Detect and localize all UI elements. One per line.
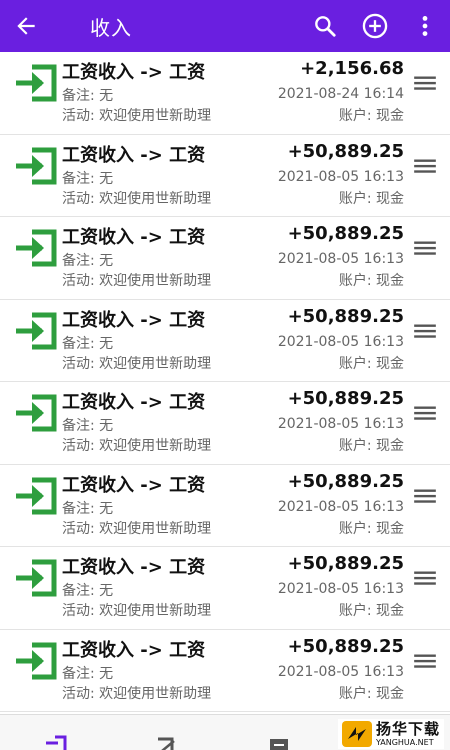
- login-arrow-icon: [16, 229, 57, 267]
- entry-amount: +50,889.25: [287, 140, 404, 162]
- entry-activity: 活动: 欢迎使用世新助理: [62, 603, 212, 619]
- list-item[interactable]: 工资收入 -> 工资 备注: 无 活动: 欢迎使用世新助理 +50,889.25…: [0, 217, 450, 300]
- entry-account: 账户: 现金: [338, 190, 404, 207]
- login-arrow-icon: [16, 312, 57, 349]
- watermark-logo-icon: [341, 721, 372, 747]
- app-bar: 收入: [0, 0, 450, 52]
- entry-account: 账户: 现金: [338, 438, 404, 454]
- search-icon: [315, 16, 336, 37]
- drag-handle-icon[interactable]: [412, 70, 438, 96]
- add-circle-icon: [362, 13, 388, 39]
- entry-title: 工资收入 -> 工资: [62, 144, 206, 166]
- drag-handle-icon[interactable]: [412, 318, 438, 344]
- login-arrow-icon: [16, 477, 57, 514]
- edit-nav-icon: [158, 737, 175, 750]
- entry-amount: +50,889.25: [287, 223, 404, 244]
- list-item[interactable]: 工资收入 -> 工资 备注: 无 活动: 欢迎使用世新助理 +2,156.68 …: [0, 52, 450, 135]
- drag-handle-icon[interactable]: [412, 153, 438, 179]
- login-arrow-icon: [16, 147, 57, 184]
- list-item[interactable]: 工资收入 -> 工资 备注: 无 活动: 欢迎使用世新助理 +50,889.25…: [0, 300, 450, 382]
- list-item[interactable]: 工资收入 -> 工资 备注: 无 活动: 欢迎使用世新助理 +50,889.25…: [0, 382, 450, 465]
- login-arrow-icon: [16, 64, 57, 102]
- entry-activity: 活动: 欢迎使用世新助理: [62, 190, 212, 207]
- list-item[interactable]: 工资收入 -> 工资 备注: 无 活动: 欢迎使用世新助理 +50,889.25…: [0, 135, 450, 217]
- login-arrow-icon: [16, 559, 57, 597]
- entry-time: 2021-08-05 16:13: [277, 333, 404, 350]
- entry-account: 账户: 现金: [338, 685, 404, 702]
- watermark: 扬华下载 YANGHUA.NET: [337, 719, 444, 749]
- search-button[interactable]: [300, 0, 350, 52]
- entry-amount: +50,889.25: [287, 470, 404, 492]
- drag-handle-icon[interactable]: [412, 648, 438, 674]
- entry-activity: 活动: 欢迎使用世新助理: [62, 438, 212, 454]
- transfer-nav-icon: [270, 739, 288, 750]
- entry-title: 工资收入 -> 工资: [62, 557, 206, 578]
- entry-time: 2021-08-05 16:13: [277, 498, 404, 515]
- entry-activity: 活动: 欢迎使用世新助理: [62, 273, 212, 289]
- entry-account: 账户: 现金: [338, 520, 404, 537]
- entry-amount: +50,889.25: [287, 635, 404, 657]
- entry-note: 备注: 无: [62, 500, 114, 517]
- entry-note: 备注: 无: [62, 170, 114, 187]
- entry-title: 工资收入 -> 工资: [62, 474, 206, 496]
- list-item[interactable]: 工资收入 -> 工资 备注: 无 活动: 欢迎使用世新助理 +50,889.25…: [0, 465, 450, 547]
- entry-time: 2021-08-05 16:13: [277, 168, 404, 185]
- list-item[interactable]: 工资收入 -> 工资 备注: 无 活动: 欢迎使用世新助理 +50,889.25…: [0, 547, 450, 630]
- entry-note: 备注: 无: [62, 418, 114, 434]
- entry-amount: +50,889.25: [287, 553, 404, 574]
- entry-amount: +2,156.68: [300, 58, 404, 79]
- list-item[interactable]: 工资收入 -> 工资 备注: 无 活动: 欢迎使用世新助理 +50,889.25…: [0, 630, 450, 712]
- income-list: 工资收入 -> 工资 备注: 无 活动: 欢迎使用世新助理 +2,156.68 …: [0, 52, 450, 714]
- drag-handle-icon[interactable]: [412, 235, 438, 261]
- entry-amount: +50,889.25: [287, 388, 404, 409]
- entry-time: 2021-08-05 16:13: [277, 581, 404, 597]
- entry-title: 工资收入 -> 工资: [62, 62, 206, 83]
- entry-amount: +50,889.25: [287, 305, 404, 327]
- entry-activity: 活动: 欢迎使用世新助理: [62, 108, 212, 124]
- arrow-left-icon: [17, 17, 35, 35]
- add-button[interactable]: [350, 0, 400, 52]
- entry-title: 工资收入 -> 工资: [62, 227, 206, 248]
- entry-activity: 活动: 欢迎使用世新助理: [62, 685, 212, 702]
- login-arrow-icon: [16, 642, 57, 679]
- entry-activity: 活动: 欢迎使用世新助理: [62, 520, 212, 537]
- nav-income-button[interactable]: [0, 715, 110, 750]
- entry-title: 工资收入 -> 工资: [62, 392, 206, 413]
- entry-time: 2021-08-05 16:13: [277, 416, 404, 432]
- entry-note: 备注: 无: [62, 335, 114, 352]
- nav-transfer-button[interactable]: [224, 715, 334, 750]
- drag-handle-icon[interactable]: [412, 565, 438, 591]
- entry-title: 工资收入 -> 工资: [62, 309, 206, 331]
- login-arrow-icon: [16, 394, 57, 432]
- entry-activity: 活动: 欢迎使用世新助理: [62, 355, 212, 372]
- entry-note: 备注: 无: [62, 88, 114, 104]
- entry-note: 备注: 无: [62, 253, 114, 269]
- drag-handle-icon[interactable]: [412, 400, 438, 426]
- watermark-en: YANGHUA.NET: [375, 737, 434, 747]
- entry-time: 2021-08-24 16:14: [277, 86, 404, 102]
- entry-account: 账户: 现金: [338, 355, 404, 372]
- more-vert-icon: [422, 16, 428, 36]
- bottom-navigation: 扬华下载 YANGHUA.NET: [0, 714, 450, 750]
- entry-account: 账户: 现金: [338, 273, 404, 289]
- entry-time: 2021-08-05 16:13: [277, 663, 404, 680]
- income-nav-icon: [46, 735, 67, 750]
- entry-note: 备注: 无: [62, 583, 114, 599]
- entry-title: 工资收入 -> 工资: [62, 639, 206, 661]
- nav-edit-button[interactable]: [112, 715, 222, 750]
- watermark-cn: 扬华下载: [375, 719, 440, 738]
- page-title: 收入: [90, 15, 132, 40]
- drag-handle-icon[interactable]: [412, 483, 438, 509]
- entry-account: 账户: 现金: [338, 603, 404, 619]
- back-button[interactable]: [0, 0, 52, 52]
- entry-time: 2021-08-05 16:13: [277, 251, 404, 267]
- entry-note: 备注: 无: [62, 665, 114, 682]
- more-button[interactable]: [400, 0, 450, 52]
- entry-account: 账户: 现金: [338, 108, 404, 124]
